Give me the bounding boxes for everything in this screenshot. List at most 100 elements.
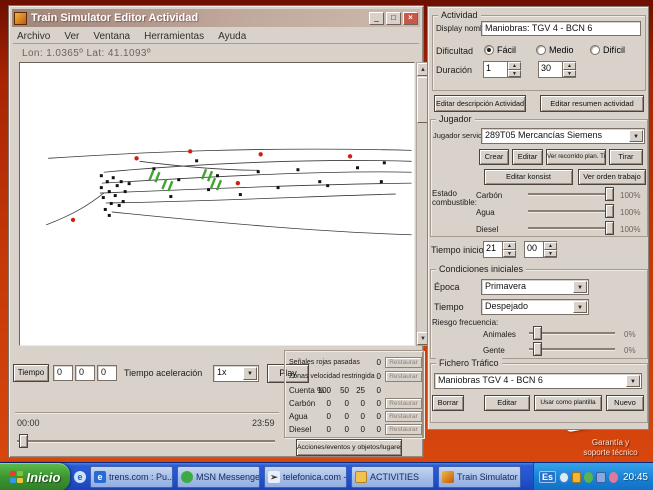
slider-thumb[interactable]: [605, 221, 614, 235]
coal-slider[interactable]: [528, 187, 614, 201]
route-map-canvas[interactable]: [19, 62, 415, 346]
tray-clock[interactable]: 20:45: [623, 472, 648, 483]
chevron-down-icon[interactable]: ▼: [573, 301, 587, 313]
radio-dot-icon[interactable]: [536, 45, 546, 55]
accel-value: 1x: [217, 367, 227, 377]
chevron-down-icon[interactable]: ▼: [626, 375, 640, 387]
task-trens[interactable]: e trens.com : Pu...: [90, 466, 173, 488]
traffic-new-button[interactable]: Nuevo: [606, 395, 644, 411]
menu-herramientas[interactable]: Herramientas: [144, 31, 204, 42]
task-msn-messenger[interactable]: MSN Messenger: [177, 466, 260, 488]
spinner-down-icon[interactable]: ▼: [503, 250, 516, 258]
fuel-restore-button[interactable]: Restaurar: [385, 411, 422, 422]
time-field-seconds[interactable]: 0: [97, 365, 117, 381]
edit-consist-button[interactable]: Editar konsist: [484, 169, 573, 185]
shield-icon[interactable]: [572, 472, 582, 483]
start-hours-spinner[interactable]: 21 ▲▼: [483, 241, 516, 258]
slider-thumb[interactable]: [533, 326, 542, 340]
maximize-button[interactable]: □: [386, 12, 401, 25]
traffic-combo[interactable]: Maniobras TGV 4 - BCN 6 ▼: [434, 373, 642, 389]
display-name-input[interactable]: Maniobras: TGV 4 - BCN 6: [481, 21, 641, 36]
traffic-use-template-button[interactable]: Usar como plantilla: [534, 395, 602, 411]
time-slider[interactable]: [17, 434, 275, 450]
diesel-slider[interactable]: [528, 221, 614, 235]
slider-thumb[interactable]: [605, 187, 614, 201]
spinner-up-icon[interactable]: ▲: [544, 242, 557, 250]
service-view-path-button[interactable]: Ver recorrido plan. Tr: [546, 149, 606, 165]
route-map[interactable]: [20, 63, 414, 345]
hazard-slider-label: Animales: [483, 330, 516, 339]
radio-dot-icon[interactable]: [484, 45, 494, 55]
spinner-down-icon[interactable]: ▼: [544, 250, 557, 258]
slider-start-label: 00:00: [17, 418, 40, 428]
time-field-minutes[interactable]: 0: [75, 365, 95, 381]
language-indicator[interactable]: Es: [539, 471, 556, 483]
slider-track[interactable]: [528, 227, 614, 229]
radio-dot-icon[interactable]: [590, 45, 600, 55]
slider-thumb[interactable]: [533, 342, 542, 356]
weather-combo[interactable]: Despejado ▼: [481, 299, 589, 315]
slider-track[interactable]: [528, 210, 614, 212]
network-icon[interactable]: [596, 472, 606, 483]
signals-restore-button[interactable]: Restaurar: [385, 357, 422, 368]
spinner-down-icon[interactable]: ▼: [563, 70, 576, 78]
menu-ventana[interactable]: Ventana: [93, 31, 130, 42]
edit-summary-button[interactable]: Editar resumen actividad: [540, 95, 644, 112]
start-button[interactable]: Inicio: [0, 463, 70, 490]
animals-slider[interactable]: [529, 326, 615, 340]
fuel-restore-button[interactable]: Restaurar: [385, 424, 422, 435]
tiempo-button[interactable]: Tiempo: [13, 364, 49, 382]
slider-track[interactable]: [528, 193, 614, 195]
service-delete-button[interactable]: Tirar: [609, 149, 643, 165]
zones-restore-button[interactable]: Restaurar: [385, 371, 422, 382]
menu-archivo[interactable]: Archivo: [17, 31, 50, 42]
service-combo[interactable]: 289T05 Mercancías Siemens ▼: [481, 128, 645, 144]
fuel-slider-value: 100%: [620, 225, 640, 234]
people-slider[interactable]: [529, 342, 615, 356]
task-telefonica[interactable]: ➢ telefonica.com -...: [264, 466, 347, 488]
task-activities-folder[interactable]: ACTIVITIES: [351, 466, 434, 488]
traffic-edit-button[interactable]: Editar: [484, 395, 530, 411]
spinner-up-icon[interactable]: ▲: [503, 242, 516, 250]
title-bar[interactable]: Train Simulator Editor Actividad _ □ ×: [12, 9, 420, 27]
view-work-order-button[interactable]: Ver orden trabajo: [578, 169, 646, 185]
spinner-up-icon[interactable]: ▲: [508, 62, 521, 70]
service-create-button[interactable]: Crear: [479, 149, 509, 165]
time-slider-thumb[interactable]: [19, 434, 28, 448]
chevron-down-icon[interactable]: ▼: [573, 281, 587, 293]
actions-events-button[interactable]: Acciones/eventos y objetos/lugares: [296, 439, 402, 456]
service-edit-button[interactable]: Editar: [512, 149, 543, 165]
task-train-simulator[interactable]: Train Simulator Ed: [438, 466, 521, 488]
spinner-up-icon[interactable]: ▲: [563, 62, 576, 70]
chevron-down-icon[interactable]: ▼: [243, 367, 257, 380]
water-slider[interactable]: [528, 204, 614, 218]
minimize-button[interactable]: _: [369, 12, 384, 25]
accel-label: Tiempo aceleración: [124, 368, 202, 378]
duration-minutes-spinner[interactable]: 30 ▲▼: [538, 61, 576, 78]
desktop: Garantía y soporte técnico Train Simulat…: [0, 0, 653, 490]
fuel-restore-button[interactable]: Restaurar: [385, 398, 422, 409]
messenger-icon[interactable]: [584, 472, 593, 483]
time-field-hours[interactable]: 0: [53, 365, 73, 381]
slider-thumb[interactable]: [605, 204, 614, 218]
traffic-delete-button[interactable]: Borrar: [432, 395, 464, 411]
spinner-down-icon[interactable]: ▼: [508, 70, 521, 78]
menu-ayuda[interactable]: Ayuda: [218, 31, 246, 42]
time-slider-track[interactable]: [17, 440, 275, 442]
radio-dificil[interactable]: Difícil: [590, 45, 625, 55]
start-minutes-spinner[interactable]: 00 ▲▼: [524, 241, 557, 258]
accel-combo[interactable]: 1x ▼: [213, 365, 259, 382]
close-button[interactable]: ×: [403, 12, 418, 25]
users-icon[interactable]: [609, 472, 618, 483]
duration-hours-spinner[interactable]: 1 ▲▼: [483, 61, 521, 78]
quick-launch-ie-icon[interactable]: e: [74, 471, 86, 483]
edit-description-button[interactable]: Editar descripción Actividad: [434, 95, 526, 112]
clock-icon[interactable]: [559, 472, 569, 483]
menu-ver[interactable]: Ver: [64, 31, 79, 42]
duration-hours-value: 1: [486, 63, 491, 73]
radio-medio[interactable]: Medio: [536, 45, 574, 55]
chevron-down-icon[interactable]: ▼: [629, 130, 643, 142]
season-combo[interactable]: Primavera ▼: [481, 279, 589, 295]
radio-facil[interactable]: Fácil: [484, 45, 516, 55]
fuel-state-label: Estado combustible:: [432, 189, 474, 207]
